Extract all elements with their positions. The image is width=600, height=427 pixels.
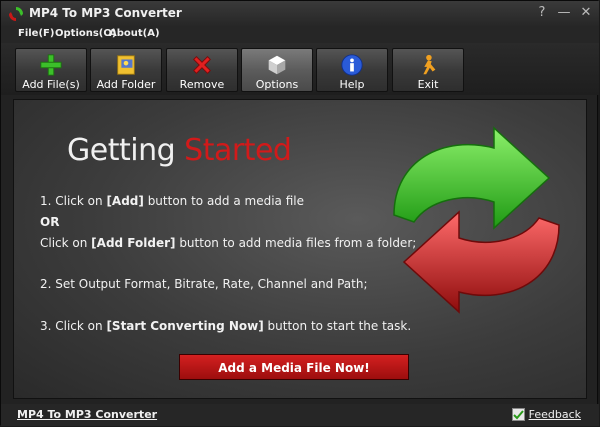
- options-cube-icon: [268, 55, 286, 75]
- convert-arrows-icon: [393, 126, 560, 314]
- close-button[interactable]: ✕: [579, 5, 593, 21]
- menu-bar: File(F) Options(O) About(A): [1, 27, 599, 43]
- heading-part-started: Started: [184, 133, 292, 168]
- running-man-icon: [423, 54, 436, 75]
- options-button[interactable]: Options: [241, 48, 313, 92]
- menu-about[interactable]: About(A): [109, 28, 160, 39]
- instruction-step2: 2. Set Output Format, Bitrate, Rate, Cha…: [40, 277, 368, 291]
- step3-bold: [Start Converting Now]: [106, 319, 264, 333]
- window-title: MP4 To MP3 Converter: [29, 6, 182, 20]
- instruction-step3: 3. Click on [Start Converting Now] butto…: [40, 319, 411, 333]
- getting-started-heading: Getting Started: [67, 133, 292, 168]
- add-files-label: Add File(s): [22, 78, 80, 91]
- remove-x-icon: [193, 56, 211, 74]
- folder-icon: [117, 55, 135, 75]
- remove-label: Remove: [179, 78, 225, 91]
- app-logo-icon: [9, 7, 23, 21]
- step3-suffix: button to start the task.: [263, 319, 412, 333]
- step1-suffix: button to add a media file: [143, 194, 304, 208]
- app-window: MP4 To MP3 Converter ? — ✕ File(F) Optio…: [0, 0, 599, 426]
- step1b-prefix: Click on: [40, 236, 92, 250]
- instruction-step1: 1. Click on [Add] button to add a media …: [40, 194, 304, 208]
- minimize-button[interactable]: —: [557, 5, 571, 21]
- product-link[interactable]: MP4 To MP3 Converter: [17, 408, 157, 421]
- toolbar: Add File(s) Add Folder Remove Options He…: [1, 43, 599, 95]
- help-window-button[interactable]: ?: [535, 5, 549, 21]
- menu-file[interactable]: File(F): [18, 28, 54, 39]
- add-folder-label: Add Folder: [96, 78, 156, 91]
- step1-prefix: 1. Click on: [40, 194, 107, 208]
- window-controls: ? — ✕: [535, 5, 593, 21]
- or-text: OR: [40, 215, 60, 229]
- help-label: Help: [339, 78, 365, 91]
- options-label: Options: [255, 78, 299, 91]
- step1b-suffix: button to add media files from a folder;: [175, 236, 417, 250]
- status-bar: MP4 To MP3 Converter Feedback: [1, 404, 599, 426]
- add-folder-button[interactable]: Add Folder: [90, 48, 162, 92]
- add-media-file-now-button[interactable]: Add a Media File Now!: [179, 354, 409, 380]
- title-bar[interactable]: MP4 To MP3 Converter ? — ✕: [1, 1, 599, 27]
- instruction-or: OR: [40, 215, 59, 229]
- getting-started-panel: Getting Started 1. Click on [Add] button…: [13, 99, 587, 399]
- step1-bold: [Add]: [106, 194, 144, 208]
- exit-button[interactable]: Exit: [392, 48, 464, 92]
- feedback-check-icon: [511, 408, 525, 421]
- heading-part-getting: Getting: [67, 133, 185, 168]
- step1b-bold: [Add Folder]: [91, 236, 176, 250]
- info-icon: [341, 54, 363, 76]
- plus-icon: [40, 54, 62, 76]
- exit-label: Exit: [417, 78, 439, 91]
- step3-prefix: 3. Click on: [40, 319, 107, 333]
- menu-options[interactable]: Options(O): [55, 28, 116, 39]
- feedback-link[interactable]: Feedback: [511, 408, 581, 421]
- instruction-step1b: Click on [Add Folder] button to add medi…: [40, 236, 416, 250]
- add-files-button[interactable]: Add File(s): [15, 48, 87, 92]
- help-button[interactable]: Help: [316, 48, 388, 92]
- remove-button[interactable]: Remove: [166, 48, 238, 92]
- feedback-label: Feedback: [528, 408, 581, 421]
